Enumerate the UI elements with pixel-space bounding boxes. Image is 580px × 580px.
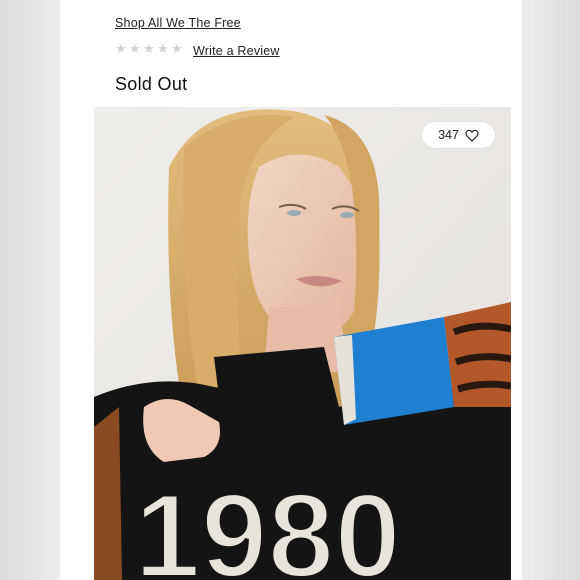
star-empty-icon: ★ (129, 41, 141, 56)
availability-status: Sold Out (115, 74, 188, 94)
rating-stars[interactable]: ★ ★ ★ ★ ★ (115, 42, 184, 55)
left-edge-backdrop (0, 0, 60, 580)
heart-outline-icon (465, 129, 479, 142)
likes-count: 347 (438, 128, 459, 142)
star-empty-icon: ★ (143, 41, 155, 56)
star-empty-icon: ★ (157, 41, 169, 56)
star-empty-icon: ★ (115, 41, 127, 56)
right-edge-backdrop (520, 0, 580, 580)
product-image[interactable]: 1980 (94, 107, 511, 580)
shirt-print-text: 1980 (134, 469, 401, 580)
like-button[interactable]: 347 (422, 122, 495, 148)
star-empty-icon: ★ (171, 41, 183, 56)
shop-all-link[interactable]: Shop All We The Free (115, 16, 241, 30)
product-photo-illustration: 1980 (94, 107, 511, 580)
write-review-link[interactable]: Write a Review (193, 44, 280, 58)
